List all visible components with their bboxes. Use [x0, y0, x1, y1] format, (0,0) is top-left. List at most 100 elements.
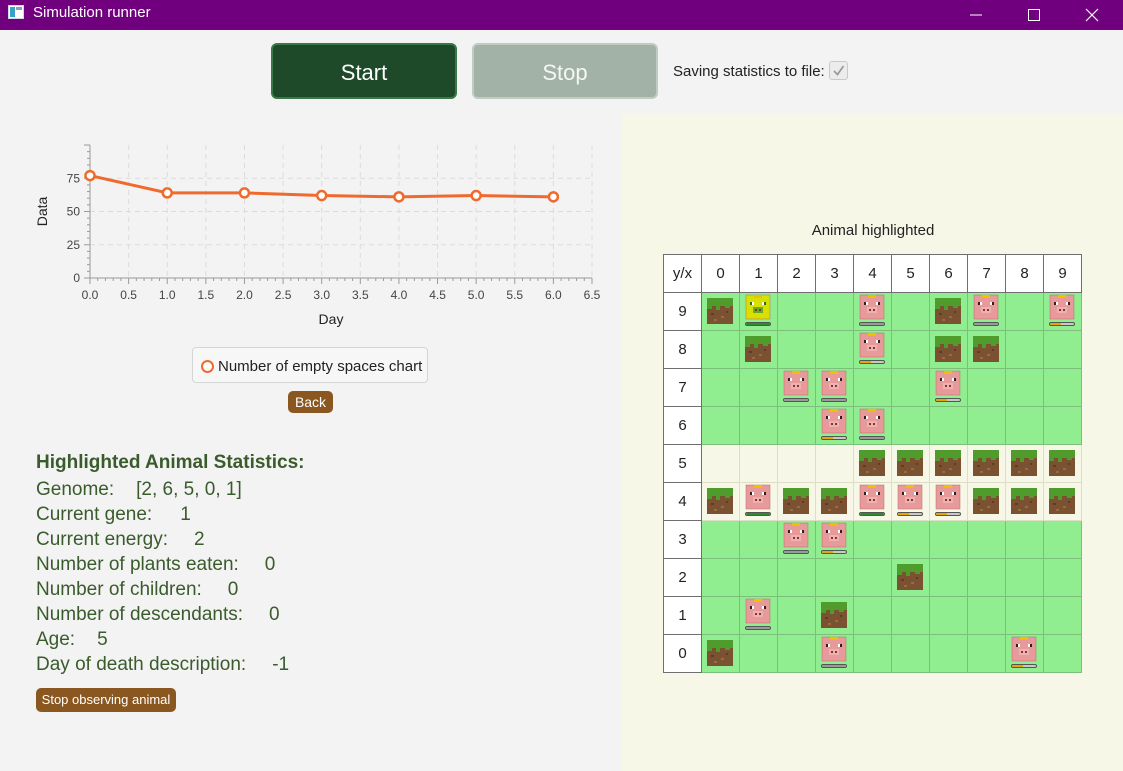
grid-cell[interactable] [701, 558, 740, 597]
animal-icon[interactable] [935, 484, 961, 510]
maximize-button[interactable] [1005, 0, 1063, 30]
animal-icon[interactable] [897, 484, 923, 510]
back-button[interactable]: Back [288, 391, 333, 413]
grid-cell[interactable] [815, 596, 854, 635]
grid-cell[interactable] [1005, 330, 1044, 369]
grid-cell[interactable] [1005, 406, 1044, 445]
grid-cell[interactable] [739, 330, 778, 369]
grid-cell[interactable] [853, 634, 892, 673]
grid-cell[interactable] [1043, 596, 1082, 635]
grid-cell[interactable] [967, 520, 1006, 559]
grid-cell[interactable] [967, 292, 1006, 331]
grid-cell[interactable] [1005, 444, 1044, 483]
grid-cell[interactable] [891, 444, 930, 483]
grid-cell[interactable] [853, 520, 892, 559]
grid-cell[interactable] [1043, 520, 1082, 559]
grid-cell[interactable] [701, 596, 740, 635]
grid-cell[interactable] [891, 482, 930, 521]
saving-statistics-checkbox[interactable] [829, 61, 848, 80]
animal-icon[interactable] [783, 370, 809, 396]
grid-cell[interactable] [1043, 634, 1082, 673]
grid-cell[interactable] [739, 520, 778, 559]
grid-cell[interactable] [967, 558, 1006, 597]
grid-cell[interactable] [853, 596, 892, 635]
grid-cell[interactable] [891, 330, 930, 369]
grid-cell[interactable] [929, 368, 968, 407]
animal-icon[interactable] [821, 370, 847, 396]
grid-cell[interactable] [891, 596, 930, 635]
grid-cell[interactable] [929, 558, 968, 597]
grid-cell[interactable] [967, 482, 1006, 521]
grid-cell[interactable] [1043, 444, 1082, 483]
grid-cell[interactable] [739, 596, 778, 635]
grid-cell[interactable] [1005, 292, 1044, 331]
grid-cell[interactable] [701, 482, 740, 521]
grid-cell[interactable] [967, 634, 1006, 673]
stop-button[interactable]: Stop [472, 43, 658, 99]
grid-cell[interactable] [701, 368, 740, 407]
grid-cell[interactable] [739, 292, 778, 331]
grid-cell[interactable] [891, 520, 930, 559]
grid-cell[interactable] [777, 330, 816, 369]
minimize-button[interactable] [947, 0, 1005, 30]
grid-cell[interactable] [815, 368, 854, 407]
grid-cell[interactable] [1043, 368, 1082, 407]
grid-cell[interactable] [929, 292, 968, 331]
grid-cell[interactable] [929, 596, 968, 635]
grid-cell[interactable] [967, 406, 1006, 445]
animal-icon[interactable] [859, 484, 885, 510]
grid-cell[interactable] [777, 406, 816, 445]
grid-cell[interactable] [739, 558, 778, 597]
animal-icon[interactable] [859, 408, 885, 434]
grid-cell[interactable] [815, 292, 854, 331]
grid-cell[interactable] [1005, 368, 1044, 407]
animal-icon[interactable] [1049, 294, 1075, 320]
grid-cell[interactable] [967, 596, 1006, 635]
grid-cell[interactable] [1005, 482, 1044, 521]
grid-cell[interactable] [815, 520, 854, 559]
grid-cell[interactable] [739, 444, 778, 483]
grid-cell[interactable] [777, 520, 816, 559]
grid-cell[interactable] [1043, 406, 1082, 445]
grid-cell[interactable] [1005, 634, 1044, 673]
grid-cell[interactable] [777, 292, 816, 331]
grid-cell[interactable] [1043, 482, 1082, 521]
grid-cell[interactable] [777, 634, 816, 673]
animal-icon[interactable] [783, 522, 809, 548]
grid-cell[interactable] [777, 368, 816, 407]
grid-cell[interactable] [1005, 558, 1044, 597]
grid-cell[interactable] [929, 330, 968, 369]
stop-observing-animal-button[interactable]: Stop observing animal [36, 688, 176, 712]
grid-cell[interactable] [739, 406, 778, 445]
grid-cell[interactable] [853, 444, 892, 483]
grid-cell[interactable] [1005, 596, 1044, 635]
grid-cell[interactable] [815, 558, 854, 597]
grid-cell[interactable] [815, 444, 854, 483]
grid-cell[interactable] [853, 406, 892, 445]
grid-cell[interactable] [701, 406, 740, 445]
grid-cell[interactable] [853, 558, 892, 597]
grid-cell[interactable] [929, 406, 968, 445]
grid-cell[interactable] [929, 444, 968, 483]
animal-icon[interactable] [745, 484, 771, 510]
grid-cell[interactable] [853, 330, 892, 369]
grid-cell[interactable] [777, 558, 816, 597]
grid-cell[interactable] [891, 368, 930, 407]
grid-cell[interactable] [701, 444, 740, 483]
animal-icon[interactable] [973, 294, 999, 320]
grid-cell[interactable] [891, 558, 930, 597]
animal-icon[interactable] [821, 408, 847, 434]
grid-cell[interactable] [1005, 520, 1044, 559]
grid-cell[interactable] [701, 330, 740, 369]
grid-cell[interactable] [1043, 292, 1082, 331]
grid-cell[interactable] [853, 482, 892, 521]
grid-cell[interactable] [701, 634, 740, 673]
grid-cell[interactable] [739, 368, 778, 407]
grid-cell[interactable] [739, 482, 778, 521]
grid-cell[interactable] [967, 368, 1006, 407]
grid-cell[interactable] [815, 406, 854, 445]
grid-cell[interactable] [815, 330, 854, 369]
animal-icon[interactable] [745, 598, 771, 624]
highlighted-animal-icon[interactable] [745, 294, 771, 320]
grid-cell[interactable] [929, 634, 968, 673]
